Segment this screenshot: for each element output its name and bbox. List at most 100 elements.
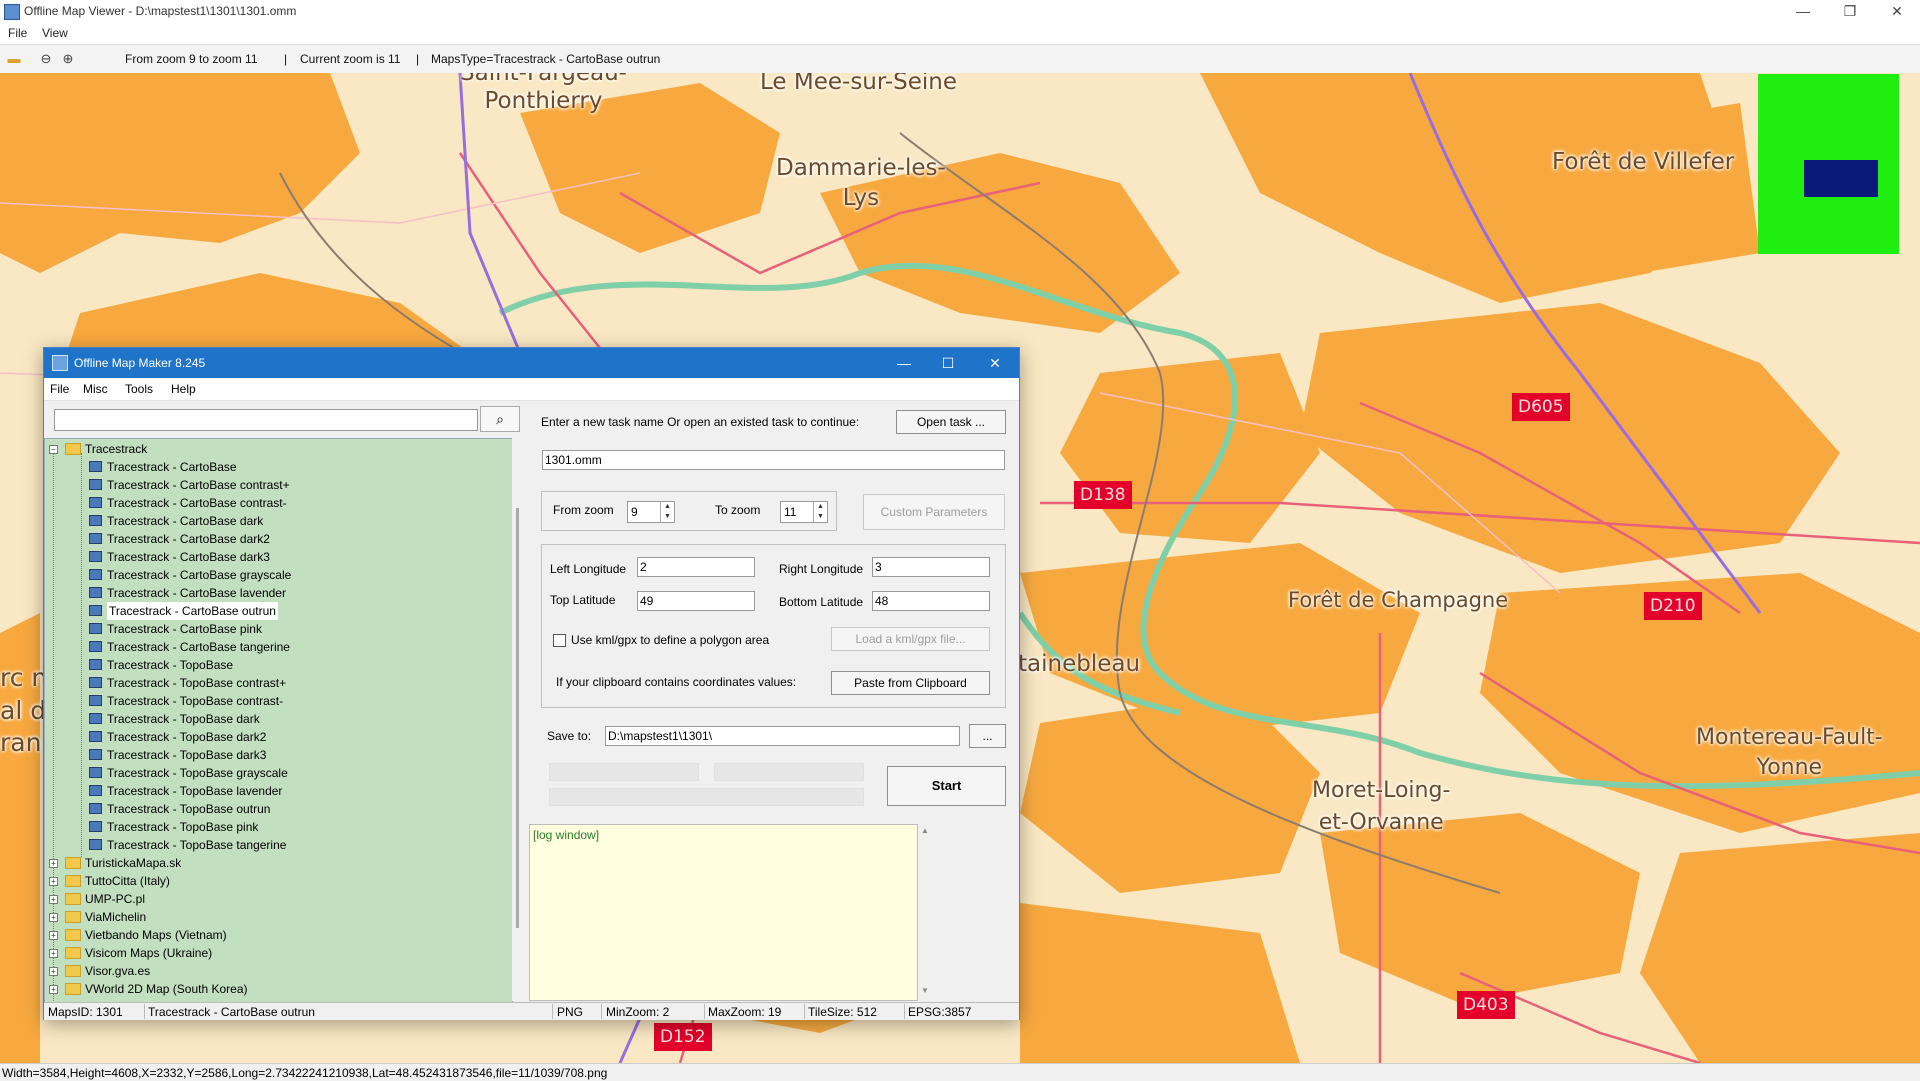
expand-icon[interactable]: + (49, 967, 58, 976)
map-source-icon (89, 533, 102, 544)
browse-button[interactable]: ... (969, 724, 1006, 748)
expand-icon[interactable]: + (49, 949, 58, 958)
toolbar: ▬ ⊖ ⊕ From zoom 9 to zoom 11 | Current z… (0, 44, 1920, 74)
start-button[interactable]: Start (887, 766, 1006, 806)
map-search-input[interactable] (54, 409, 478, 431)
save-to-label: Save to: (547, 729, 592, 743)
tree-item-label: Tracestrack - TopoBase contrast+ (107, 676, 287, 690)
spin-up-icon[interactable]: ▲ (660, 502, 674, 512)
load-kml-button[interactable]: Load a kml/gpx file... (831, 627, 990, 651)
status-separator (601, 1004, 602, 1019)
map-source-icon (89, 497, 102, 508)
minimize-button[interactable]: — (1788, 1, 1818, 21)
search-button[interactable]: ⌕ (480, 406, 520, 432)
map-source-icon (89, 641, 102, 652)
collapse-icon[interactable]: − (49, 445, 58, 454)
left-longitude-input[interactable]: 2 (637, 557, 755, 577)
spin-down-icon[interactable]: ▼ (660, 512, 674, 522)
dialog-close-button[interactable]: ✕ (977, 352, 1013, 374)
tree-item-label: Tracestrack - CartoBase lavender (107, 586, 286, 600)
tree-item-label: Tracestrack - CartoBase grayscale (107, 568, 292, 582)
task-name-input[interactable]: 1301.omm (542, 450, 1005, 470)
status-tile-size: TileSize: 512 (808, 1005, 877, 1019)
tree-item-label: Tracestrack - TopoBase dark3 (107, 748, 267, 762)
tree-item-label: Tracestrack - TopoBase grayscale (107, 766, 288, 780)
tree-scrollbar[interactable] (512, 438, 524, 1001)
spin-down-icon[interactable]: ▼ (813, 512, 827, 522)
road-badge: D152 (654, 1023, 712, 1051)
dialog-maximize-button[interactable]: ☐ (930, 352, 966, 374)
tree-scroll-thumb[interactable] (516, 508, 519, 928)
overview-viewport[interactable] (1804, 160, 1878, 197)
tree-item-label: Tracestrack - TopoBase tangerine (107, 838, 287, 852)
expand-icon[interactable]: + (49, 985, 58, 994)
map-label-place: rc n (0, 663, 48, 692)
maximize-button[interactable]: ❐ (1835, 1, 1865, 21)
bottom-latitude-input[interactable]: 48 (872, 591, 990, 611)
folder-icon (65, 875, 81, 887)
map-label-place: al d (0, 696, 47, 725)
kml-checkbox[interactable] (553, 634, 566, 647)
log-scrollbar[interactable]: ▲ ▼ (918, 824, 933, 1001)
zoom-out-icon[interactable]: ⊖ (38, 51, 54, 67)
scroll-up-icon[interactable]: ▲ (921, 826, 929, 835)
status-map-name: Tracestrack - CartoBase outrun (148, 1005, 315, 1019)
expand-icon[interactable]: + (49, 931, 58, 940)
custom-parameters-button[interactable]: Custom Parameters (863, 494, 1005, 530)
tree-folder-label: VWorld 2D Map (South Korea) (85, 982, 248, 996)
map-source-icon (89, 785, 102, 796)
map-source-icon (89, 605, 102, 616)
open-task-button[interactable]: Open task ... (896, 410, 1006, 434)
map-label-place: tainebleau (1018, 651, 1141, 677)
dialog-minimize-button[interactable]: — (886, 352, 922, 374)
tree-folder-tracestrack[interactable]: − Tracestrack (45, 440, 147, 458)
tree-folder-label: Visicom Maps (Ukraine) (85, 946, 213, 960)
save-to-input[interactable]: D:\mapstest1\1301\ (605, 726, 960, 746)
menu-file[interactable]: File (8, 26, 27, 40)
open-folder-icon[interactable]: ▬ (6, 51, 22, 67)
dialog-menu-help[interactable]: Help (171, 382, 196, 396)
map-label-place: ran (0, 728, 42, 757)
close-button[interactable]: ✕ (1882, 1, 1912, 21)
map-source-icon (89, 767, 102, 778)
map-source-icon (89, 623, 102, 634)
dialog-app-icon (52, 355, 68, 371)
dialog-menu-tools[interactable]: Tools (125, 382, 153, 396)
map-source-tree[interactable]: − Tracestrack Tracestrack - CartoBase Tra… (44, 438, 513, 1003)
right-longitude-input[interactable]: 3 (872, 557, 990, 577)
expand-icon[interactable]: + (49, 895, 58, 904)
zoom-in-icon[interactable]: ⊕ (60, 51, 76, 67)
expand-icon[interactable]: + (49, 859, 58, 868)
tree-item-label: Tracestrack - CartoBase dark3 (107, 550, 270, 564)
status-format: PNG (557, 1005, 584, 1019)
scroll-down-icon[interactable]: ▼ (921, 986, 929, 995)
log-window[interactable]: [log window] (529, 824, 918, 1001)
folder-icon (65, 443, 81, 455)
status-coordinates: Width=3584,Height=4608,X=2332,Y=2586,Lon… (2, 1066, 608, 1080)
tree-folder-label: ViaMichelin (85, 910, 147, 924)
road-badge: D210 (1644, 592, 1702, 620)
expand-icon[interactable]: + (49, 913, 58, 922)
tree-item-label: Tracestrack - CartoBase outrun (107, 602, 278, 620)
tree-folder-label: Vietbando Maps (Vietnam) (85, 928, 227, 942)
separator: | (416, 52, 420, 66)
tree-item-label: Tracestrack - TopoBase dark2 (107, 730, 267, 744)
dialog-menu-file[interactable]: File (50, 382, 69, 396)
overview-minimap[interactable] (1758, 74, 1899, 254)
map-source-icon (89, 587, 102, 598)
top-latitude-input[interactable]: 49 (637, 591, 755, 611)
paste-from-clipboard-button[interactable]: Paste from Clipboard (831, 671, 990, 695)
menu-bar: File View (0, 23, 1920, 43)
status-separator (904, 1004, 905, 1019)
menu-view[interactable]: View (42, 26, 68, 40)
progress-bar (549, 788, 864, 806)
status-separator (144, 1004, 145, 1019)
to-zoom-spinner[interactable]: 11 ▲ ▼ (780, 501, 828, 523)
expand-icon[interactable]: + (49, 877, 58, 886)
kml-checkbox-label[interactable]: Use kml/gpx to define a polygon area (571, 633, 769, 647)
spin-up-icon[interactable]: ▲ (813, 502, 827, 512)
tree-folder-label: TuristickaMapa.sk (85, 856, 182, 870)
dialog-menu-misc[interactable]: Misc (83, 382, 108, 396)
tree-item-label: Tracestrack - TopoBase outrun (107, 802, 271, 816)
from-zoom-spinner[interactable]: 9 ▲ ▼ (627, 501, 675, 523)
